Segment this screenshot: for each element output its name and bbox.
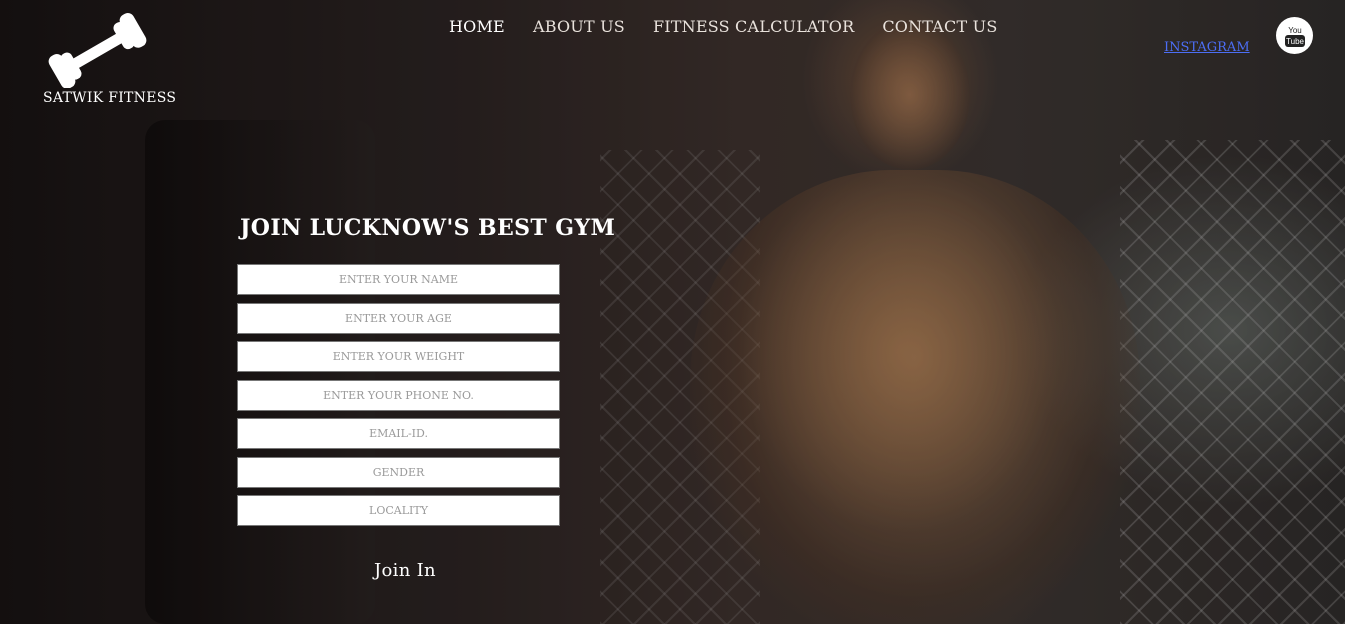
email-input[interactable] — [237, 418, 560, 449]
weight-input[interactable] — [237, 341, 560, 372]
brand-name: SATWIK FITNESS — [43, 90, 177, 106]
dumbbell-icon — [48, 12, 147, 88]
background-shade — [0, 0, 1345, 624]
join-form — [237, 264, 560, 534]
logo[interactable] — [42, 10, 162, 88]
nav-home[interactable]: HOME — [449, 17, 505, 36]
form-title: JOIN LUCKNOW'S BEST GYM — [240, 215, 616, 241]
gender-input[interactable] — [237, 456, 560, 488]
nav-fitness-calculator[interactable]: FITNESS CALCULATOR — [653, 17, 854, 36]
instagram-link[interactable]: INSTAGRAM — [1164, 40, 1250, 55]
main-nav: HOME ABOUT US FITNESS CALCULATOR CONTACT… — [449, 17, 998, 36]
youtube-label-bottom: Tube — [1286, 37, 1304, 46]
nav-about-us[interactable]: ABOUT US — [533, 17, 625, 36]
locality-input[interactable] — [237, 495, 560, 526]
nav-contact-us[interactable]: CONTACT US — [882, 17, 997, 36]
join-in-button[interactable]: Join In — [374, 560, 436, 581]
age-input[interactable] — [237, 302, 560, 334]
youtube-label-top: You — [1288, 26, 1302, 35]
name-input[interactable] — [237, 264, 560, 295]
phone-input[interactable] — [237, 379, 560, 411]
hero-background — [0, 0, 1345, 624]
youtube-link[interactable]: You Tube — [1276, 17, 1313, 54]
youtube-icon: You Tube — [1284, 26, 1305, 47]
